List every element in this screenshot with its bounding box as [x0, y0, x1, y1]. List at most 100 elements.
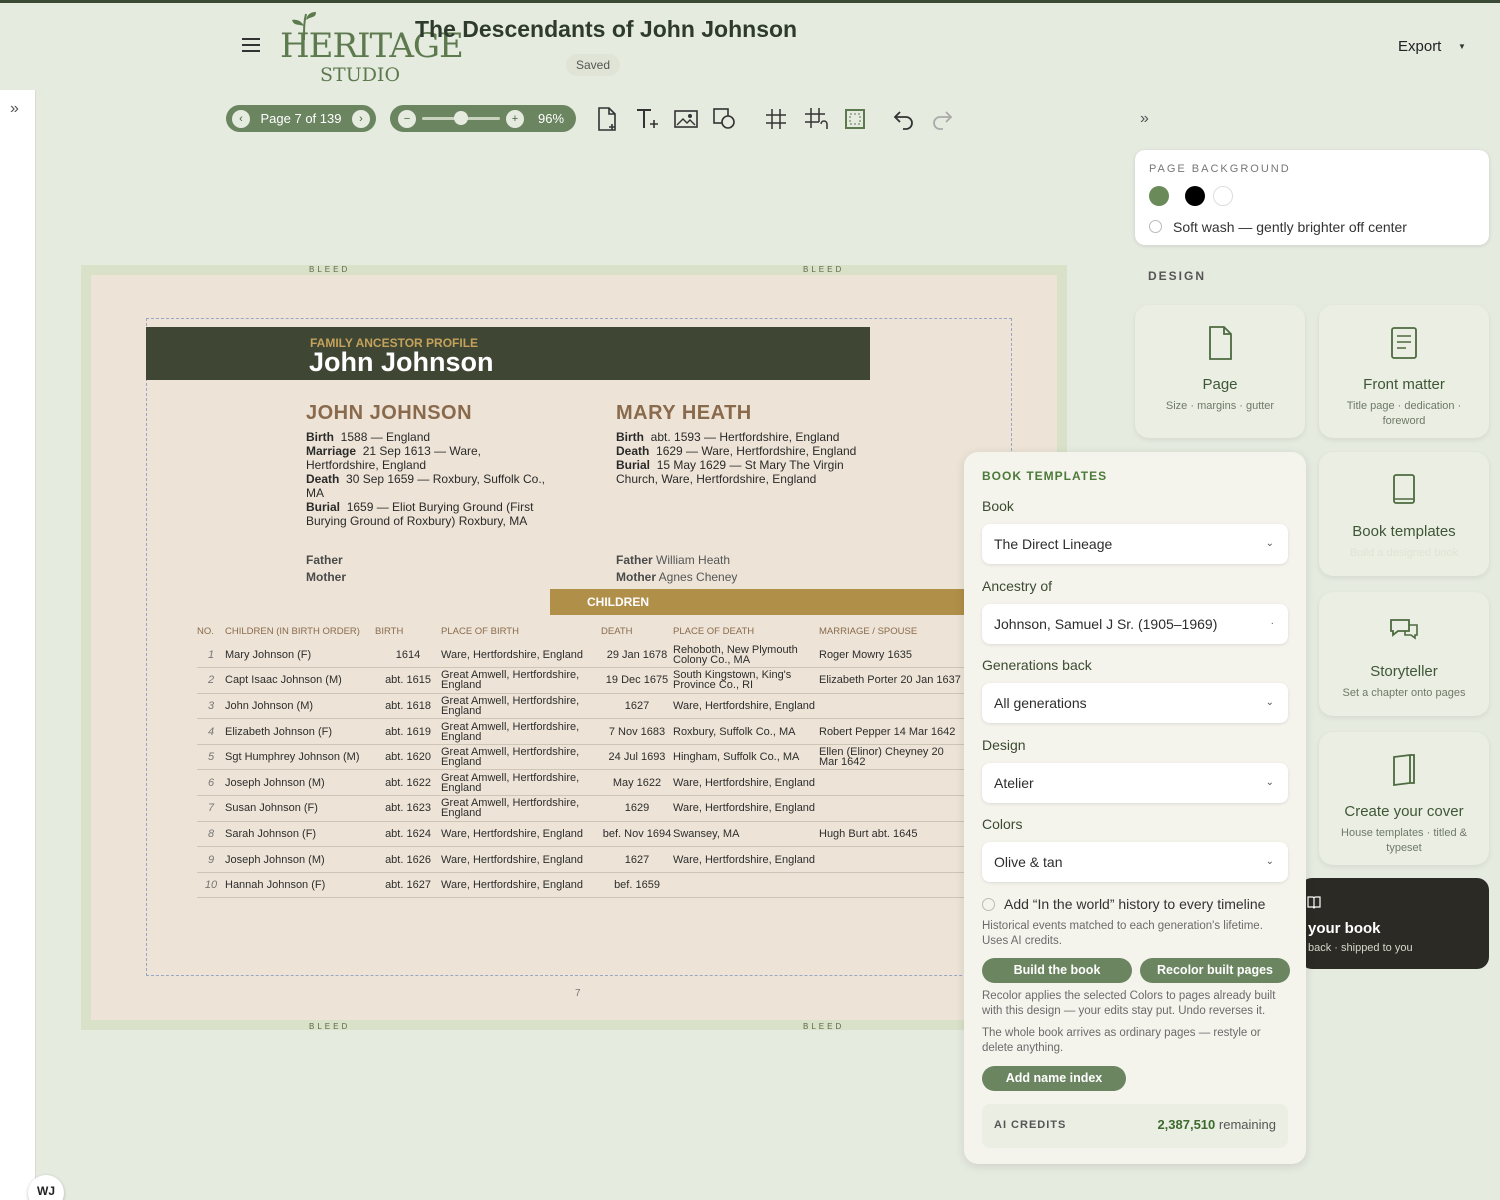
- book-icon: [1393, 474, 1415, 504]
- prev-page-button[interactable]: ‹: [232, 109, 250, 128]
- col-no: NO.: [197, 625, 214, 637]
- father-left: Father: [306, 553, 343, 567]
- table-cell: Sgt Humphrey Johnson (M): [225, 744, 375, 771]
- add-page-icon[interactable]: [592, 104, 622, 134]
- chevron-down-icon: ·: [1270, 618, 1274, 629]
- table-row[interactable]: 5 Sgt Humphrey Johnson (M) abt. 1620 Great …: [197, 744, 964, 771]
- design-select[interactable]: Atelier ⌄: [982, 763, 1288, 803]
- zoom-level: 96%: [538, 111, 565, 126]
- add-text-icon[interactable]: [632, 104, 662, 134]
- bleed-label: BLEED: [309, 265, 351, 274]
- add-image-icon[interactable]: [671, 104, 701, 134]
- fact-row: Birth abt. 1593 — Hertfordshire, England: [616, 430, 840, 444]
- swatch-white[interactable]: [1213, 186, 1233, 206]
- table-cell: [819, 846, 964, 873]
- top-border: [0, 0, 1500, 3]
- add-name-index-button[interactable]: Add name index: [982, 1066, 1126, 1091]
- soft-wash-label: Soft wash — gently brighter off center: [1173, 219, 1407, 235]
- menu-icon[interactable]: [242, 38, 260, 54]
- grid-icon[interactable]: [761, 104, 791, 134]
- table-row[interactable]: 9 Joseph Johnson (M) abt. 1626 Ware, Hertfo…: [197, 846, 964, 873]
- ancestry-label: Ancestry of: [982, 578, 1053, 594]
- table-row[interactable]: 2 Capt Isaac Johnson (M) abt. 1615 Great Am…: [197, 667, 964, 694]
- add-shape-icon[interactable]: [710, 104, 740, 134]
- table-cell: Ware, Hertfordshire, England: [673, 693, 819, 720]
- table-cell: Joseph Johnson (M): [225, 846, 375, 873]
- ancestry-select[interactable]: Johnson, Samuel J Sr. (1905–1969) ·: [982, 604, 1288, 644]
- table-cell: 5: [197, 744, 225, 771]
- table-cell: 10: [197, 872, 225, 899]
- design-card-storyteller[interactable]: Storyteller Set a chapter onto pages: [1319, 592, 1489, 716]
- fact-row: Death 30 Sep 1659 — Roxbury, Suffolk Co.…: [306, 472, 546, 500]
- collapse-panel-icon[interactable]: »: [1140, 110, 1149, 128]
- design-card-cover[interactable]: Create your cover House templates · titl…: [1319, 732, 1489, 865]
- page-number: 7: [575, 988, 581, 999]
- design-card-front-matter[interactable]: Front matter Title page · dedication · f…: [1319, 305, 1489, 438]
- table-row[interactable]: 10 Hannah Johnson (F) abt. 1627 Ware, Hertf…: [197, 872, 964, 899]
- credits-label: AI CREDITS: [994, 1119, 1067, 1131]
- table-cell: Hannah Johnson (F): [225, 872, 375, 899]
- table-cell: abt. 1622: [375, 769, 441, 797]
- zoom-slider-handle[interactable]: [454, 111, 468, 125]
- table-row[interactable]: 7 Susan Johnson (F) abt. 1623 Great Amwell,…: [197, 795, 964, 822]
- table-cell: [673, 872, 819, 899]
- colors-select[interactable]: Olive & tan ⌄: [982, 842, 1288, 882]
- left-rail: »: [0, 90, 36, 1200]
- table-cell: 3: [197, 693, 225, 720]
- table-cell: Capt Isaac Johnson (M): [225, 667, 375, 694]
- col-birth: BIRTH: [375, 625, 404, 637]
- print-book-card[interactable]: your book back · shipped to you: [1300, 878, 1489, 969]
- table-cell: abt. 1627: [375, 872, 441, 899]
- snap-grid-icon[interactable]: [801, 104, 831, 134]
- table-cell: Hugh Burt abt. 1645: [819, 821, 964, 848]
- next-page-button[interactable]: ›: [352, 109, 370, 128]
- table-row[interactable]: 4 Elizabeth Johnson (F) abt. 1619 Great Amw…: [197, 718, 964, 745]
- swatch-black[interactable]: [1185, 186, 1205, 206]
- swatch-olive[interactable]: [1149, 186, 1169, 206]
- children-table[interactable]: NO. CHILDREN (IN BIRTH ORDER) BIRTH PLAC…: [197, 620, 964, 899]
- document-lines-icon: [1391, 327, 1417, 359]
- book-select[interactable]: The Direct Lineage ⌄: [982, 524, 1288, 564]
- table-cell: 1614: [375, 642, 441, 669]
- bleed-guides-icon[interactable]: [840, 104, 870, 134]
- export-caret-icon[interactable]: ▼: [1458, 42, 1466, 51]
- export-button[interactable]: Export: [1398, 38, 1441, 55]
- table-cell: Ware, Hertfordshire, England: [673, 846, 819, 873]
- document-title[interactable]: The Descendants of John Johnson: [415, 16, 797, 43]
- soft-wash-radio[interactable]: [1149, 220, 1162, 233]
- design-card-book-templates[interactable]: Book templates Build a designed book: [1319, 452, 1489, 576]
- zoom-out-button[interactable]: −: [398, 109, 416, 128]
- build-book-button[interactable]: Build the book: [982, 958, 1132, 983]
- avatar[interactable]: WJ: [28, 1175, 64, 1200]
- table-row[interactable]: 3 John Johnson (M) abt. 1618 Great Amwell, …: [197, 693, 964, 720]
- table-cell: Sarah Johnson (F): [225, 821, 375, 848]
- history-label: Add “In the world” history to every time…: [1004, 896, 1266, 912]
- generations-label: Generations back: [982, 657, 1092, 673]
- table-cell: 29 Jan 1678: [601, 642, 673, 669]
- history-checkbox[interactable]: [982, 898, 995, 911]
- table-cell: abt. 1618: [375, 693, 441, 720]
- generations-select[interactable]: All generations ⌄: [982, 683, 1288, 723]
- recolor-pages-button[interactable]: Recolor built pages: [1140, 958, 1290, 983]
- redo-icon[interactable]: [927, 104, 957, 134]
- table-cell: Great Amwell, Hertfordshire, England: [441, 718, 601, 745]
- table-cell: 4: [197, 718, 225, 745]
- profile-banner[interactable]: FAMILY ANCESTOR PROFILE John Johnson: [146, 327, 870, 380]
- print-card-sub: back · shipped to you: [1308, 942, 1413, 954]
- table-row[interactable]: 6 Joseph Johnson (M) abt. 1622 Great Amwell…: [197, 769, 964, 797]
- design-card-sub: Set a chapter onto pages: [1342, 687, 1466, 699]
- bleed-label: BLEED: [803, 265, 845, 274]
- table-cell: Swansey, MA: [673, 821, 819, 848]
- table-cell: Great Amwell, Hertfordshire, England: [441, 769, 601, 797]
- table-cell: 1627: [601, 693, 673, 720]
- zoom-slider[interactable]: [422, 111, 500, 125]
- design-card-page[interactable]: Page Size · margins · gutter: [1135, 305, 1305, 438]
- table-cell: [819, 795, 964, 822]
- table-cell: Ware, Hertfordshire, England: [673, 795, 819, 822]
- undo-icon[interactable]: [889, 104, 919, 134]
- table-cell: 6: [197, 769, 225, 797]
- expand-sidebar-icon[interactable]: »: [10, 100, 19, 118]
- table-row[interactable]: 1 Mary Johnson (F) 1614 Ware, Hertfordshire…: [197, 642, 964, 669]
- table-row[interactable]: 8 Sarah Johnson (F) abt. 1624 Ware, Hertfor…: [197, 821, 964, 848]
- zoom-in-button[interactable]: +: [506, 109, 524, 128]
